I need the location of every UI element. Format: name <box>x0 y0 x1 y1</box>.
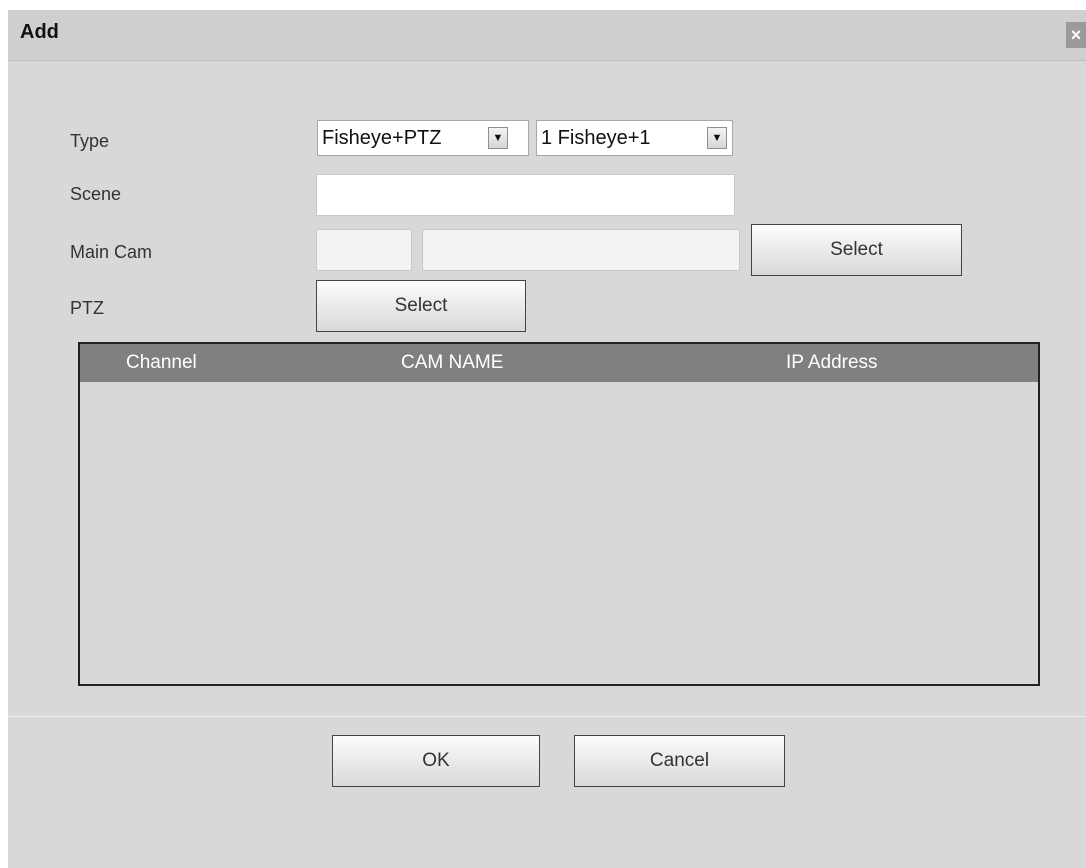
ptz-label: PTZ <box>70 298 104 318</box>
camera-table: Channel CAM NAME IP Address <box>78 342 1040 686</box>
close-icon[interactable]: × <box>1066 22 1086 48</box>
add-dialog: Add × Type Fisheye+PTZ ▼ 1 Fisheye+1 ▼ S… <box>8 10 1086 868</box>
dialog-title: Add <box>20 21 59 43</box>
type-select-value: Fisheye+PTZ <box>322 127 442 149</box>
chevron-down-icon[interactable]: ▼ <box>488 127 508 149</box>
cancel-button[interactable]: Cancel <box>574 735 785 787</box>
ok-button[interactable]: OK <box>332 735 540 787</box>
main-cam-name-field <box>422 229 740 271</box>
main-cam-select-button[interactable]: Select <box>751 224 962 276</box>
title-bar: Add × <box>8 10 1086 61</box>
scene-input[interactable] <box>316 174 735 216</box>
main-cam-channel-field <box>316 229 412 271</box>
column-header-cam-name: CAM NAME <box>401 352 504 373</box>
type-label: Type <box>70 131 110 151</box>
mode-select[interactable]: 1 Fisheye+1 ▼ <box>536 120 733 156</box>
column-header-channel: Channel <box>126 352 197 373</box>
type-select[interactable]: Fisheye+PTZ ▼ <box>317 120 529 156</box>
scene-label: Scene <box>70 184 122 204</box>
mode-select-value: 1 Fisheye+1 <box>541 127 651 149</box>
main-cam-label: Main Cam <box>70 242 153 262</box>
table-header: Channel CAM NAME IP Address <box>80 344 1038 382</box>
footer-divider <box>8 716 1086 717</box>
ptz-select-button[interactable]: Select <box>316 280 526 332</box>
chevron-down-icon[interactable]: ▼ <box>707 127 727 149</box>
column-header-ip-address: IP Address <box>786 352 878 373</box>
